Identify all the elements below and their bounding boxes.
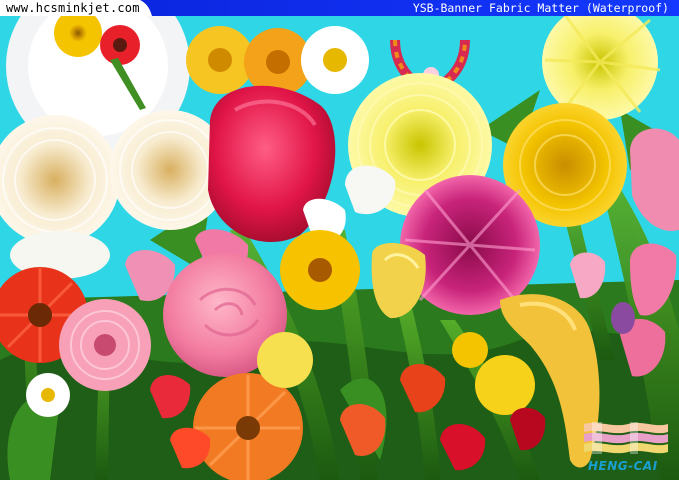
heng-cai-logo: HENG-CAI — [578, 420, 674, 476]
logo-text: HENG-CAI — [588, 459, 658, 473]
site-url: www.hcsminkjet.com — [6, 1, 140, 15]
banner-title: YSB-Banner Fabric Matter (Waterproof) — [412, 1, 669, 15]
header-blue-bar: YSB-Banner Fabric Matter (Waterproof) — [140, 0, 679, 16]
header-white-tab: www.hcsminkjet.com — [0, 0, 140, 16]
flower-collage — [0, 0, 679, 480]
